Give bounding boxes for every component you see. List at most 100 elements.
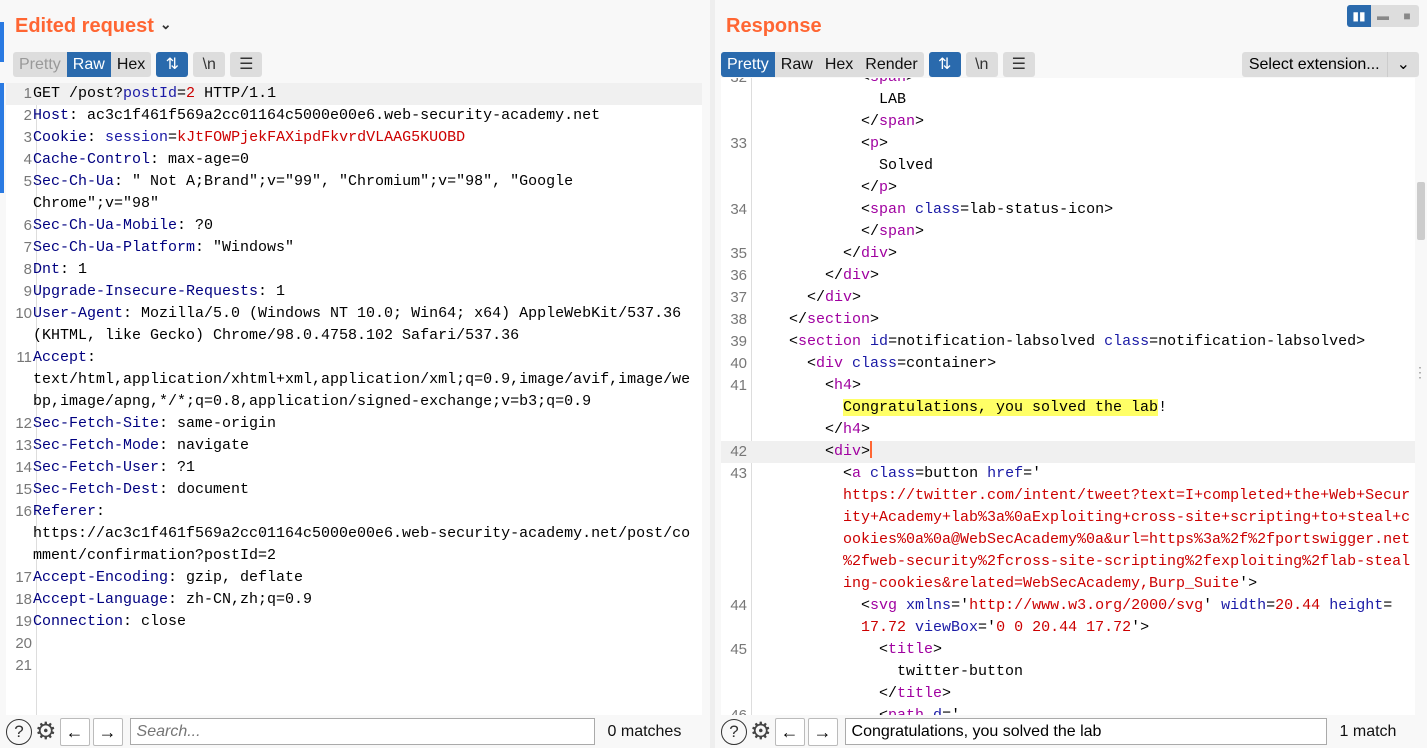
token: : 1	[258, 283, 286, 300]
help-icon[interactable]: ?	[6, 718, 32, 745]
token: </	[861, 223, 880, 240]
code-line: Chrome";v="98"	[6, 193, 702, 215]
extension-select[interactable]: Select extension... ⌄	[1241, 52, 1419, 77]
next-match-button[interactable]: →	[807, 717, 838, 746]
gear-icon[interactable]: ⚙	[35, 718, 57, 745]
line-number: 13	[15, 437, 32, 454]
code-line: https://twitter.com/intent/tweet?text=I+…	[721, 485, 1415, 507]
code-line: </p>	[721, 177, 1415, 199]
vertical-scrollbar[interactable]	[1417, 182, 1425, 240]
menu-icon[interactable]: ☰	[230, 52, 263, 77]
token: </	[789, 311, 808, 328]
previous-match-button[interactable]: ←	[774, 717, 805, 746]
help-icon[interactable]: ?	[721, 718, 747, 745]
tab-render[interactable]: Render	[859, 52, 923, 77]
token: ity+Academy+lab%3a%0aExploiting+cross-si…	[843, 509, 1411, 526]
token: class	[870, 465, 916, 482]
token: Referer	[33, 503, 97, 520]
tab-pretty[interactable]: Pretty	[721, 52, 775, 77]
line-text: Sec-Ch-Ua-Platform: "Windows"	[33, 237, 294, 259]
token: '>	[1239, 575, 1258, 592]
line-text: Sec-Ch-Ua: " Not A;Brand";v="99", "Chrom…	[33, 171, 573, 193]
code-line: 33 <p>	[721, 133, 1415, 155]
response-viewer[interactable]: 32<span>LAB</span>33<p>Solved</p>34<span…	[721, 78, 1415, 715]
line-number: 4	[23, 151, 32, 168]
request-title[interactable]: Edited request ⌄	[15, 15, 172, 38]
previous-match-button[interactable]: ←	[59, 717, 90, 746]
wrap-icon[interactable]: ⇅	[928, 52, 961, 77]
token: =	[1383, 597, 1393, 614]
token: : navigate	[159, 437, 250, 454]
code-line: 17 Accept-Encoding: gzip, deflate	[6, 567, 702, 589]
token: Upgrade-Insecure-Requests	[33, 283, 259, 300]
drag-handle-icon[interactable]: ⋮	[1413, 364, 1427, 381]
line-text: Accept-Language: zh-CN,zh;q=0.9	[33, 589, 312, 611]
request-search-bar: ? ⚙ ← → 0 matches	[0, 715, 710, 748]
code-line: 5 Sec-Ch-Ua: " Not A;Brand";v="99", "Chro…	[6, 171, 702, 193]
token: Solved	[879, 157, 934, 174]
token: href	[987, 465, 1024, 482]
line-number: 46	[721, 705, 747, 715]
gear-icon[interactable]: ⚙	[750, 718, 772, 745]
split-vertical-icon[interactable]: ▮▮	[1347, 5, 1371, 27]
line-text: Congratulations, you solved the lab!	[843, 397, 1167, 419]
line-text: Accept:	[33, 347, 96, 369]
line-number: 39	[730, 333, 747, 350]
token: section	[807, 311, 871, 328]
token: 2	[186, 85, 196, 102]
tab-raw[interactable]: Raw	[775, 52, 819, 77]
match-count: 0 matches	[607, 722, 682, 740]
layout-toggle: ▮▮ ▬ ■	[1347, 5, 1419, 27]
code-line: 2 Host: ac3c1f461f569a2cc01164c5000e00e6.…	[6, 105, 702, 127]
line-number: 42	[730, 443, 747, 460]
code-line: 41 <h4>	[721, 375, 1415, 397]
token: >	[915, 113, 925, 130]
request-editor[interactable]: 1 GET /post?postId=2 HTTP/1.1 2 Host: ac3c1…	[6, 83, 702, 715]
tab-pretty[interactable]: Pretty	[13, 52, 67, 77]
line-number: 16	[15, 503, 32, 520]
newline-icon[interactable]: \n	[965, 52, 998, 77]
code-line: 1 GET /post?postId=2 HTTP/1.1	[6, 83, 702, 105]
code-line: 32 <span>	[721, 78, 1415, 89]
token: : same-origin	[159, 415, 277, 432]
tab-raw[interactable]: Raw	[66, 52, 111, 77]
chevron-down-icon[interactable]: ⌄	[1386, 52, 1419, 77]
code-line: %2fweb-security%2fcross-site-scripting%2…	[721, 551, 1415, 573]
code-line: 34 <span class=lab-status-icon>	[721, 199, 1415, 221]
token: HTTP/1.1	[195, 85, 277, 102]
tab-hex[interactable]: Hex	[819, 52, 859, 77]
next-match-button[interactable]: →	[92, 717, 123, 746]
search-input[interactable]	[844, 718, 1327, 745]
token: >	[879, 135, 889, 152]
token: : ac3c1f461f569a2cc01164c5000e00e6.web-s…	[69, 107, 601, 124]
chevron-down-icon[interactable]: ⌄	[160, 16, 172, 33]
code-line: 21	[6, 655, 702, 677]
token: Sec-Ch-Ua	[33, 173, 115, 190]
line-text: Sec-Fetch-Mode: navigate	[33, 435, 249, 457]
search-highlight: Congratulations, you solved the lab	[843, 399, 1159, 416]
search-input[interactable]	[129, 718, 595, 745]
single-pane-icon[interactable]: ■	[1395, 5, 1419, 27]
code-line: 9 Upgrade-Insecure-Requests: 1	[6, 281, 702, 303]
line-text: <div>	[825, 441, 873, 463]
code-line: text/html,application/xhtml+xml,applicat…	[6, 369, 702, 391]
tab-hex[interactable]: Hex	[111, 52, 151, 77]
wrap-icon[interactable]: ⇅	[156, 52, 189, 77]
token: span	[879, 223, 916, 240]
token: '>	[1131, 619, 1150, 636]
token: =	[168, 129, 178, 146]
token: Sec-Ch-Ua-Mobile	[33, 217, 178, 234]
code-line: 13 Sec-Fetch-Mode: navigate	[6, 435, 702, 457]
token: a	[852, 465, 862, 482]
split-horizontal-icon[interactable]: ▬	[1371, 5, 1395, 27]
line-number: 3	[23, 129, 32, 146]
token: Accept	[33, 349, 88, 366]
line-number: 12	[15, 415, 32, 432]
newline-icon[interactable]: \n	[193, 52, 226, 77]
token: >	[942, 685, 952, 702]
token: text/html,application/xhtml+xml,applicat…	[33, 371, 691, 388]
line-text: %2fweb-security%2fcross-site-scripting%2…	[843, 551, 1410, 573]
menu-icon[interactable]: ☰	[1002, 52, 1035, 77]
line-number: 36	[730, 267, 747, 284]
